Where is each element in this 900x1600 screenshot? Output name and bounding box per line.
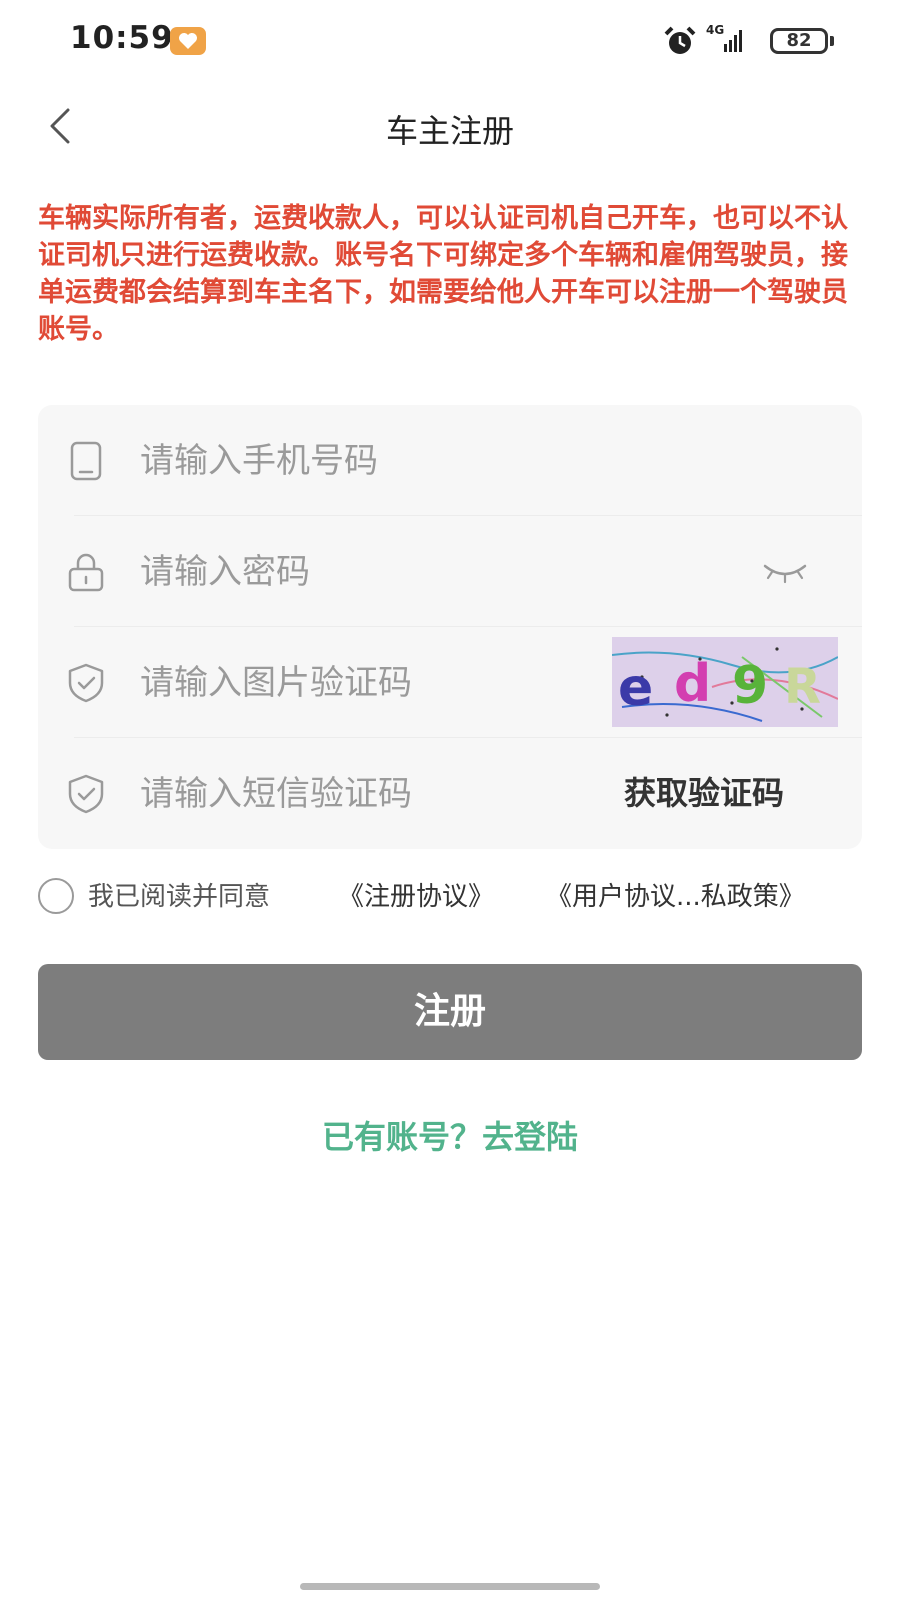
captcha-char: R (784, 659, 821, 715)
battery-level: 82 (786, 30, 812, 51)
shield-check-icon (64, 661, 108, 705)
page-title: 车主注册 (385, 112, 514, 150)
phone-input[interactable] (140, 433, 780, 489)
notification-app-icon (170, 27, 206, 55)
register-agreement-link[interactable]: 《注册协议》 (338, 876, 494, 913)
phone-row (38, 405, 862, 516)
password-row (38, 516, 862, 627)
signal-icon (724, 28, 744, 56)
get-code-button[interactable]: 获取验证码 (624, 768, 784, 814)
captcha-char: e (618, 658, 653, 718)
nav-bar: 车主注册 (0, 84, 900, 176)
eye-closed-icon[interactable] (760, 556, 810, 586)
privacy-policy-link[interactable]: 《用户协议...私政策》 (546, 876, 805, 913)
password-input[interactable] (140, 544, 720, 600)
agreement-radio[interactable] (38, 878, 74, 914)
home-indicator[interactable] (300, 1583, 600, 1590)
register-button[interactable]: 注册 (38, 964, 862, 1060)
login-link[interactable]: 已有账号？去登陆 (0, 1112, 900, 1158)
lock-icon (64, 550, 108, 594)
network-type-label: 4G (706, 23, 725, 37)
captcha-image[interactable]: e d 9 R (612, 637, 838, 727)
agreement-row: 我已阅读并同意 《注册协议》 《用户协议...私政策》 (38, 872, 878, 916)
agreement-text: 我已阅读并同意 (88, 882, 271, 912)
captcha-char: 9 (732, 656, 768, 716)
sms-row: 获取验证码 (38, 738, 862, 849)
status-time: 10:59 (70, 20, 174, 56)
captcha-input[interactable] (140, 655, 580, 711)
battery-tip (830, 36, 834, 46)
captcha-char: d (674, 654, 711, 714)
battery-icon: 82 (770, 28, 828, 54)
phone-icon (64, 439, 108, 483)
shield-check-icon (64, 772, 108, 816)
registration-notice: 车辆实际所有者，运费收款人，可以认证司机自己开车，也可以不认证司机只进行运费收款… (38, 203, 848, 345)
sms-code-input[interactable] (140, 766, 580, 822)
status-bar: 10:59 4G 82 (0, 0, 900, 84)
registration-form: e d 9 R 获取验证码 (38, 405, 862, 849)
alarm-icon (664, 26, 696, 60)
captcha-row: e d 9 R (38, 627, 862, 738)
